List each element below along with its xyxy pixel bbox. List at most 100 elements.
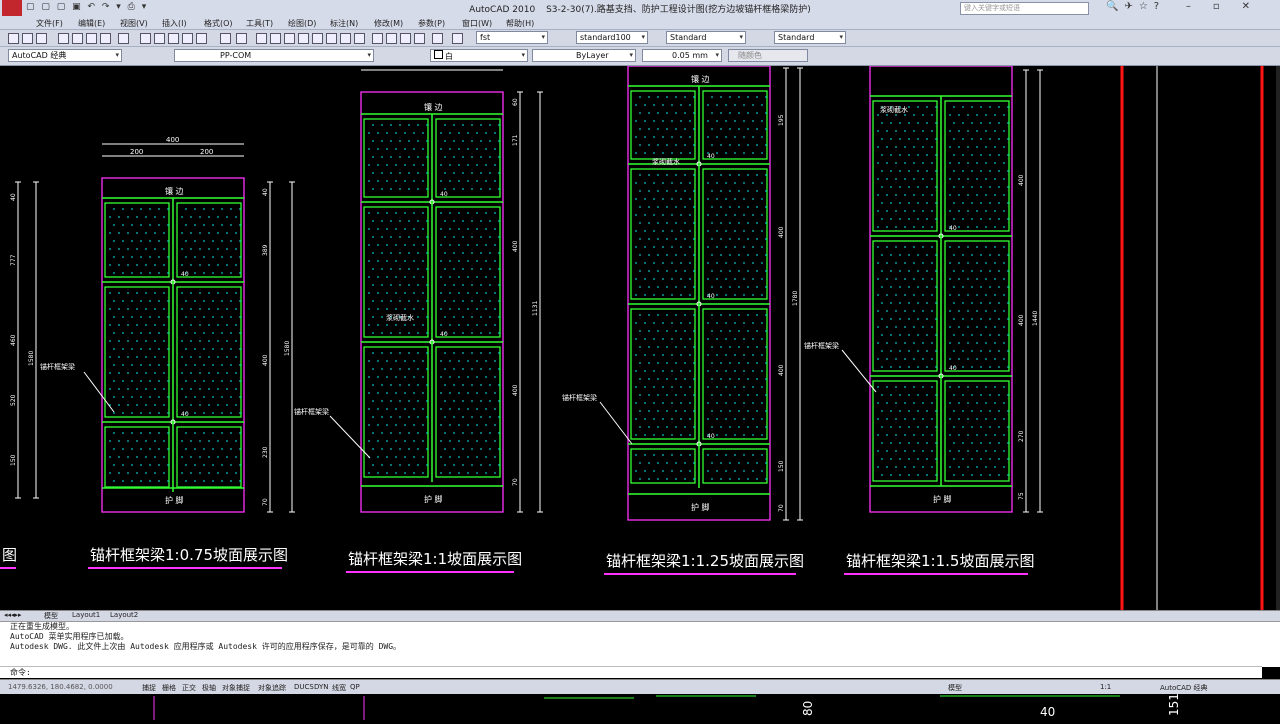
planting-dot [648,254,650,256]
planting-dot [395,424,397,426]
annotation-scale[interactable]: 1:1 [1100,683,1111,691]
planting-dot [131,256,133,258]
planting-dot [707,322,709,324]
table-style-select[interactable]: Standard ▾ [666,31,746,44]
toolbar-tool-icon[interactable] [432,33,443,44]
toolbar-tool-icon[interactable] [354,33,365,44]
menu-help[interactable]: 帮助(H) [506,18,534,29]
planting-dot [131,348,133,350]
planting-dot [913,210,915,212]
planting-dot [904,450,906,452]
menu-insert[interactable]: 插入(I) [162,18,187,29]
planting-dot [118,356,120,358]
tab-layout2[interactable]: Layout2 [110,611,138,619]
toolbar-tool-icon[interactable] [196,33,207,44]
toolbar-tool-icon[interactable] [182,33,193,44]
search-input[interactable]: 键入关键字或短语 [960,2,1089,15]
toolbar-tool-icon[interactable] [284,33,295,44]
planting-dot [1003,146,1005,148]
menu-dimension[interactable]: 标注(N) [330,18,358,29]
infocenter-icons[interactable]: 🔍✈☆? [1106,1,1165,12]
toolbar-tool-icon[interactable] [452,33,463,44]
menu-format[interactable]: 格式(O) [204,18,233,29]
toolbar-tool-icon[interactable] [414,33,425,44]
cad-drawing[interactable]: 镶 边护 脚4040158040777460520150403894002307… [0,66,1278,610]
mleader-style-select[interactable]: Standard ▾ [774,31,846,44]
menu-parametric[interactable]: 参数(P) [418,18,445,29]
toggle-ortho[interactable]: 正交 [182,683,196,693]
planting-dot [390,416,392,418]
toggle-lwt[interactable]: 线宽 [332,683,346,693]
toggle-ducs[interactable]: DUCS [294,683,314,691]
layer-select[interactable]: PP-COM ▾ [174,49,374,62]
dim-style-select[interactable]: standard100 ▾ [576,31,648,44]
planting-dot [662,278,664,280]
menu-draw[interactable]: 绘图(D) [288,18,316,29]
toolbar-tool-icon[interactable] [100,33,111,44]
toggle-polar[interactable]: 极轴 [202,683,216,693]
workspace-switch[interactable]: AutoCAD 经典 [1160,683,1208,693]
linetype-select[interactable]: ByLayer ▾ [532,49,636,62]
toolbar-tool-icon[interactable] [8,33,19,44]
planting-dot [408,432,410,434]
planting-dot [707,182,709,184]
drawing-canvas[interactable]: 镶 边护 脚 40 40 1580 40 777 460 520 150 40 389 400 230 7… [0,66,1278,610]
planting-dot [485,472,487,474]
model-space-button[interactable]: 模型 [948,683,962,693]
planting-dot [743,104,745,106]
planting-dot [154,324,156,326]
planting-dot [765,478,767,480]
command-line-input[interactable]: 命令: [0,666,1262,678]
toggle-snap[interactable]: 捕捉 [142,683,156,693]
toolbar-tool-icon[interactable] [298,33,309,44]
menu-window[interactable]: 窗口(W) [462,18,492,29]
toolbar-tool-icon[interactable] [118,33,129,44]
toolbar-tool-icon[interactable] [140,33,151,44]
planting-dot [635,354,637,356]
toolbar-tool-icon[interactable] [86,33,97,44]
toolbar-tool-icon[interactable] [400,33,411,44]
toolbar-tool-icon[interactable] [256,33,267,44]
toolbar-tool-icon[interactable] [22,33,33,44]
toolbar-tool-icon[interactable] [36,33,47,44]
toolbar-tool-icon[interactable] [340,33,351,44]
toolbar-tool-icon[interactable] [154,33,165,44]
planting-dot [913,262,915,264]
workspace-select[interactable]: AutoCAD 经典 ▾ [8,49,122,62]
toolbar-tool-icon[interactable] [372,33,383,44]
toolbar-tool-icon[interactable] [236,33,247,44]
planting-dot [399,432,401,434]
planting-dot [440,148,442,150]
toolbar-tool-icon[interactable] [220,33,231,44]
toggle-osnap[interactable]: 对象捕捉 [222,683,250,693]
toggle-qp[interactable]: QP [350,683,360,691]
menu-view[interactable]: 视图(V) [120,18,148,29]
tab-model[interactable]: 模型 [44,611,58,621]
toggle-grid[interactable]: 栅格 [162,683,176,693]
lineweight-select[interactable]: 0.05 mm ▾ [642,49,722,62]
toolbar-tool-icon[interactable] [326,33,337,44]
toolbar-tool-icon[interactable] [58,33,69,44]
toolbar-tool-icon[interactable] [386,33,397,44]
vertical-scrollbar[interactable] [1276,66,1280,610]
toolbar-tool-icon[interactable] [270,33,281,44]
color-select[interactable]: 白 ▾ [430,49,528,62]
toolbar-tool-icon[interactable] [168,33,179,44]
toggle-dyn[interactable]: DYN [314,683,329,691]
text-style-select[interactable]: fst ▾ [476,31,548,44]
toolbar-tool-icon[interactable] [72,33,83,44]
window-controls[interactable]: –▫✕ [1186,1,1272,12]
tab-nav-arrows[interactable]: ◂◂◂▸▸ [4,611,22,619]
coordinate-readout: 1479.6326, 180.4682, 0.0000 [8,683,113,691]
menu-tools[interactable]: 工具(T) [246,18,273,29]
toolbar-tool-icon[interactable] [312,33,323,44]
toggle-otrack[interactable]: 对象追踪 [258,683,286,693]
planting-dot [163,440,165,442]
tab-layout1[interactable]: Layout1 [72,611,100,619]
planting-dot [449,308,451,310]
planting-dot [408,416,410,418]
menu-edit[interactable]: 编辑(E) [78,18,105,29]
planting-dot [485,180,487,182]
menu-file[interactable]: 文件(F) [36,18,63,29]
menu-modify[interactable]: 修改(M) [374,18,403,29]
